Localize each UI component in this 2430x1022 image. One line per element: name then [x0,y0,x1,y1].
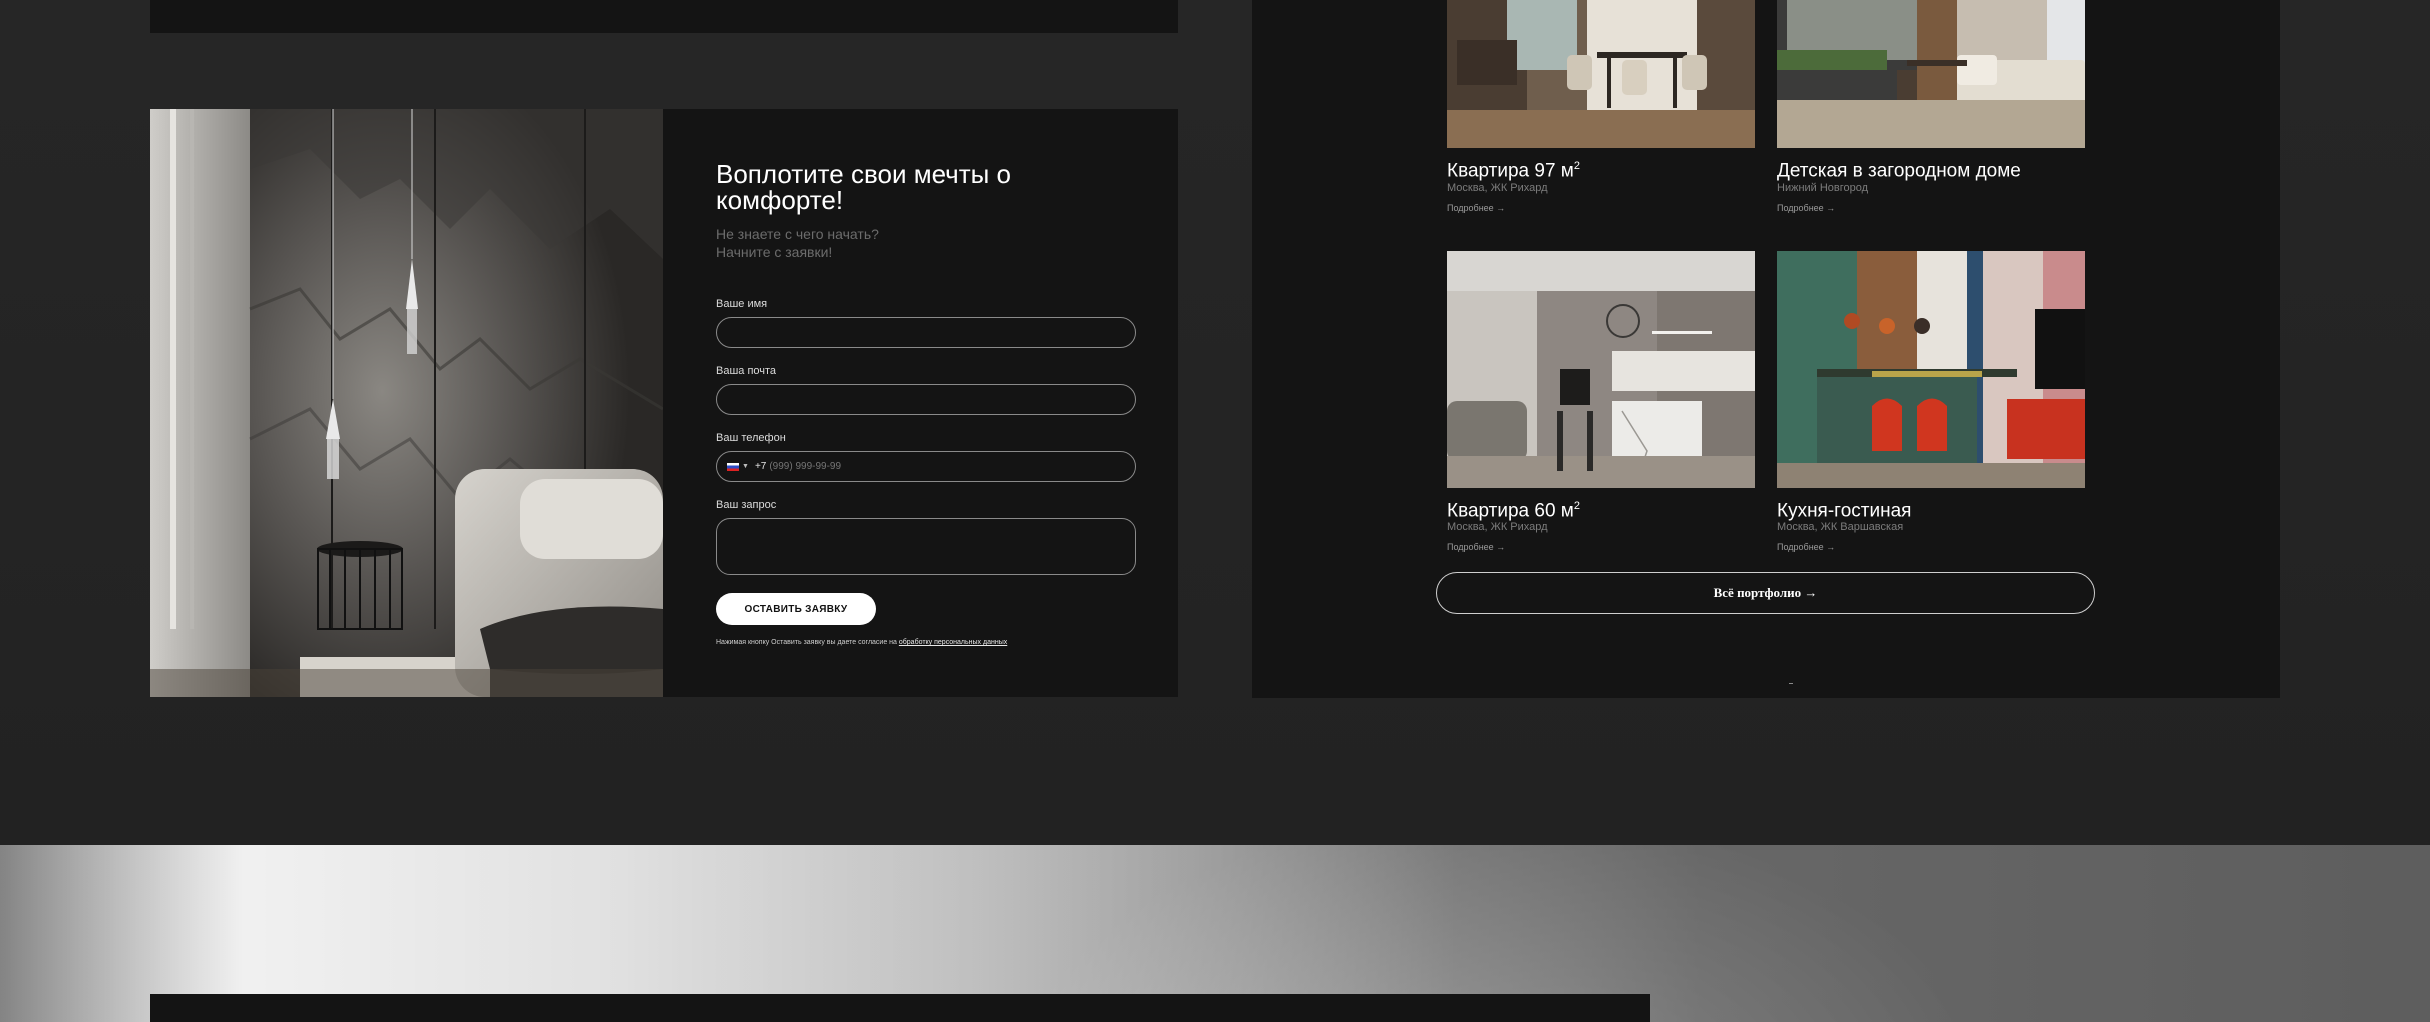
portfolio-item-location: Москва, ЖК Рихард [1447,521,1548,533]
form-title: Воплотите свои мечты о комфорте! [716,159,1011,215]
portfolio-item-title-text: Квартира 97 м [1447,160,1574,182]
kitchen-living-photo[interactable] [1777,251,2085,488]
consent-text: Нажимая кнопку Оставить заявку вы даете … [716,638,1136,647]
request-form: Воплотите свои мечты о комфорте! Не знае… [716,161,1136,647]
name-label: Ваше имя [716,298,768,310]
portfolio-card: Квартира 97 м2 Москва, ЖК Рихард Подробн… [1252,0,2280,698]
phone-input[interactable] [769,461,970,472]
superscript: 2 [1573,160,1580,172]
portfolio-item-more-link[interactable]: Подробнее → [1777,203,1835,213]
consent-label: Нажимая кнопку Оставить заявку вы даете … [716,639,897,646]
apartment-60-photo[interactable] [1447,251,1755,488]
bedroom-photo [150,109,663,697]
name-field[interactable] [716,317,1136,348]
portfolio-item-more-link[interactable]: Подробнее → [1447,203,1505,213]
portfolio-item-title[interactable]: Квартира 97 м2 [1447,155,1580,182]
phone-field[interactable]: ▼ +7 [716,451,1136,482]
request-form-card: Воплотите свои мечты о комфорте! Не знае… [150,109,1178,697]
privacy-link[interactable]: обработку персональных данных [899,639,1007,646]
request-label: Ваш запрос [716,499,777,511]
form-subtitle: Не знаете с чего начать? Начните с заявк… [716,225,1136,261]
portfolio-item-title-text: Детская в загородном доме [1777,160,2021,182]
apartment-97-photo[interactable] [1447,0,1755,148]
form-subtitle-line-1: Не знаете с чего начать? [716,226,879,242]
portfolio-item-location: Москва, ЖК Рихард [1447,182,1548,194]
request-textarea[interactable] [716,518,1136,575]
submit-request-button[interactable]: ОСТАВИТЬ ЗАЯВКУ [716,593,876,625]
portfolio-item-more-link[interactable]: Подробнее → [1777,542,1835,552]
portfolio-item-title[interactable]: Детская в загородном доме [1777,155,2021,182]
next-section-panel [150,994,1650,1022]
form-subtitle-line-2: Начните с заявки! [716,244,833,260]
portfolio-item-title[interactable]: Квартира 60 м2 [1447,495,1580,522]
phone-prefix: +7 [754,461,767,472]
pagination-dot[interactable] [1789,683,1793,684]
portfolio-item-title-text: Кухня-гостиная [1777,500,1912,522]
kids-room-photo[interactable] [1777,0,2085,148]
portfolio-item-title[interactable]: Кухня-гостиная [1777,495,1911,522]
portfolio-item-location: Москва, ЖК Варшавская [1777,521,1904,533]
russia-flag-icon[interactable] [727,462,739,471]
portfolio-item-location: Нижний Новгород [1777,182,1869,194]
phone-label: Ваш телефон [716,432,786,444]
email-field[interactable] [716,384,1136,415]
portfolio-item-more-link[interactable]: Подробнее → [1447,542,1505,552]
superscript: 2 [1573,500,1580,512]
previous-card-bottom [150,0,1178,33]
portfolio-item-title-text: Квартира 60 м [1447,500,1574,522]
country-dropdown-icon[interactable]: ▼ [742,463,749,470]
all-portfolio-button[interactable]: Всё портфолио → [1436,572,2095,614]
email-label: Ваша почта [716,365,777,377]
